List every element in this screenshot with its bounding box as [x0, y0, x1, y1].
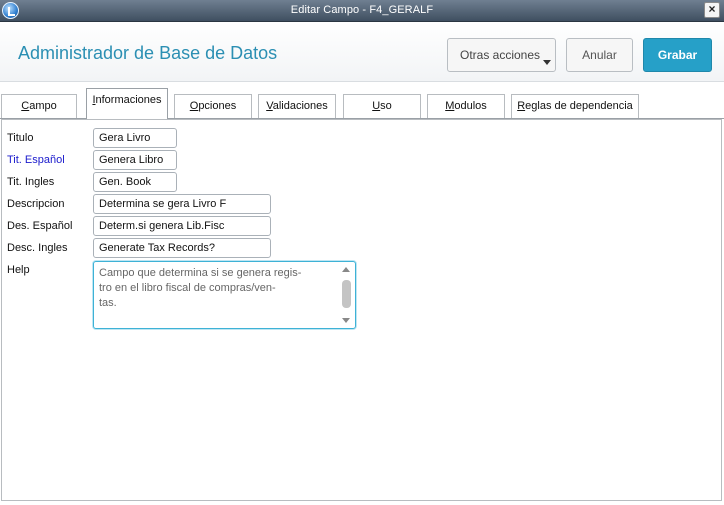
descripcion-field[interactable]: Determina se gera Livro F [93, 194, 271, 214]
help-scrollbar[interactable] [340, 264, 353, 326]
scroll-thumb[interactable] [342, 280, 351, 308]
des-espanol-field[interactable]: Determ.si genera Lib.Fisc [93, 216, 271, 236]
titulo-field[interactable]: Gera Livro [93, 128, 177, 148]
tit-espanol-label: Tit. Español [7, 154, 65, 166]
desc-ingles-label: Desc. Ingles [7, 242, 68, 254]
tit-espanol-field[interactable]: Genera Libro [93, 150, 177, 170]
header-bar: Administrador de Base de Datos Otras acc… [0, 22, 724, 82]
otras-acciones-button[interactable]: Otras acciones [447, 38, 556, 72]
scroll-up-icon[interactable] [342, 267, 350, 272]
chevron-down-icon [543, 60, 551, 65]
tab-opciones[interactable]: Opciones [174, 94, 252, 118]
tab-validaciones[interactable]: Validaciones [258, 94, 336, 118]
tit-ingles-label: Tit. Ingles [7, 176, 55, 188]
close-icon[interactable]: × [704, 2, 720, 18]
descripcion-label: Descripcion [7, 198, 65, 210]
anular-button[interactable]: Anular [566, 38, 633, 72]
tab-strip: Campo Informaciones Opciones Validacione… [0, 83, 724, 119]
help-text: Campo que determina si se genera regis- … [99, 267, 302, 309]
scroll-down-icon[interactable] [342, 318, 350, 323]
tab-informaciones[interactable]: Informaciones [86, 88, 168, 119]
help-label: Help [7, 264, 30, 276]
grabar-button[interactable]: Grabar [643, 38, 712, 72]
tab-uso[interactable]: Uso [343, 94, 421, 118]
tab-modulos[interactable]: Modulos [427, 94, 505, 118]
des-espanol-label: Des. Español [7, 220, 73, 232]
tit-ingles-field[interactable]: Gen. Book [93, 172, 177, 192]
informaciones-panel: Titulo Gera Livro Tit. Español Genera Li… [1, 119, 722, 501]
tab-reglas-de-dependencia[interactable]: Reglas de dependencia [511, 94, 639, 118]
window-title-bar: Editar Campo - F4_GERALF × [0, 0, 724, 22]
help-textarea[interactable]: Campo que determina si se genera regis- … [93, 261, 356, 329]
titulo-label: Titulo [7, 132, 34, 144]
window-title: Editar Campo - F4_GERALF [290, 4, 434, 16]
otras-acciones-label: Otras acciones [460, 48, 541, 62]
page-title: Administrador de Base de Datos [18, 43, 278, 63]
tab-campo[interactable]: Campo [1, 94, 77, 118]
desc-ingles-field[interactable]: Generate Tax Records? [93, 238, 271, 258]
